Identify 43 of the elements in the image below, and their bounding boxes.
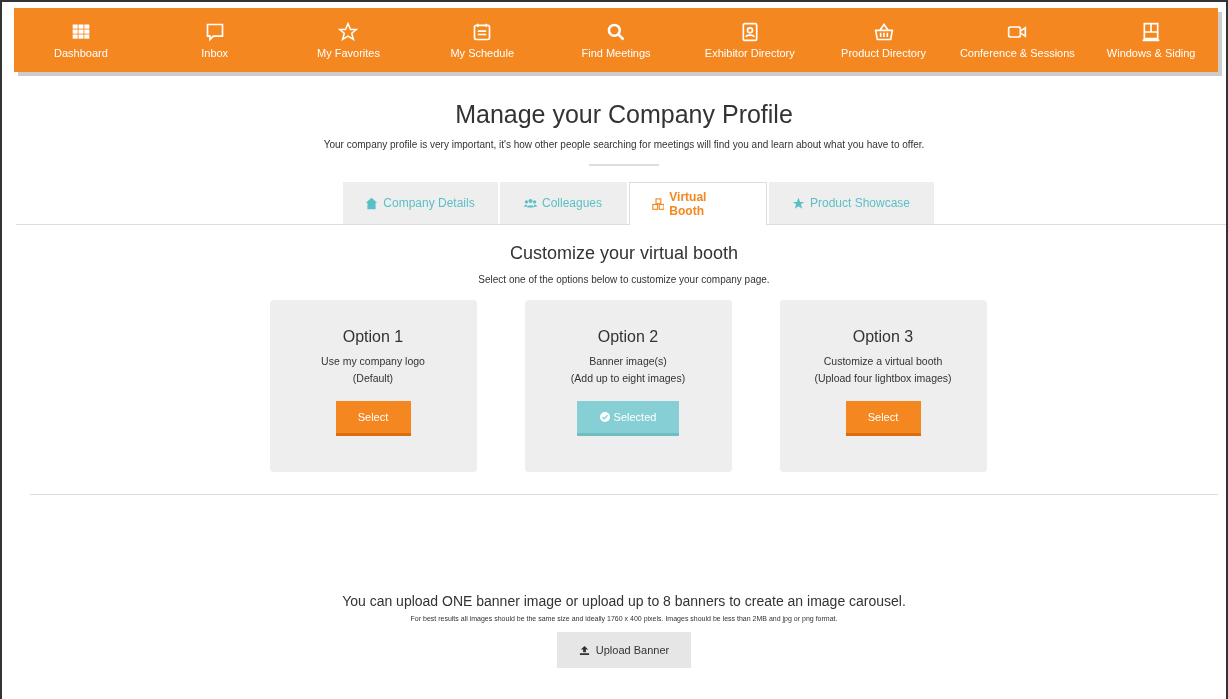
nav-item[interactable]: Exhibitor Directory <box>682 21 817 59</box>
window-icon <box>1141 21 1162 42</box>
nav-item[interactable]: Windows & Siding <box>1084 21 1219 59</box>
basket-icon <box>873 21 894 42</box>
nav-item[interactable]: Inbox <box>147 21 282 59</box>
option-description: Use my company logo <box>321 355 425 367</box>
option-description: (Add up to eight images) <box>570 372 686 384</box>
upload-banner-button[interactable]: Upload Banner <box>557 632 691 668</box>
nav-item[interactable]: Product Directory <box>816 21 951 59</box>
nav-item[interactable]: Conference & Sessions <box>950 21 1085 59</box>
check-circle-icon <box>599 412 610 422</box>
cubes-icon <box>651 197 665 211</box>
select-button[interactable]: Selected <box>577 401 679 436</box>
tab[interactable]: Virtual Booth <box>628 182 767 225</box>
star-icon <box>338 21 359 42</box>
option-title: Option 2 <box>597 328 659 346</box>
page-subtitle: Your company profile is very important, it's how other people searching for meetings will find you and learn about what you have to offer. <box>323 139 925 150</box>
upload-instructions: You can upload ONE banner image or upload up to 8 banners to create an image carousel. <box>342 593 906 609</box>
house-icon <box>365 196 379 210</box>
option-description: Banner image(s) <box>589 355 667 367</box>
nav-item[interactable]: My Schedule <box>415 21 550 59</box>
nav-item[interactable]: Find Meetings <box>549 21 683 59</box>
nav-item[interactable]: Dashboard <box>14 21 148 59</box>
search-icon <box>606 21 626 42</box>
people-icon <box>523 196 537 210</box>
upload-icon <box>578 644 590 656</box>
tab[interactable]: Product Showcase <box>768 182 934 224</box>
option-description: Customize a virtual booth <box>823 355 943 367</box>
select-button[interactable]: Select <box>845 401 921 436</box>
tab[interactable]: Company Details <box>342 182 498 224</box>
section-subtitle: Select one of the options below to customize your company page. <box>478 274 770 285</box>
tab[interactable]: Colleagues <box>499 182 627 224</box>
star-icon <box>791 196 805 210</box>
page-title: Manage your Company Profile <box>455 100 793 129</box>
option-description: (Default) <box>352 372 394 384</box>
option-description: (Upload four lightbox images) <box>814 372 952 384</box>
chat-bubble-icon <box>204 21 225 42</box>
select-button[interactable]: Select <box>335 401 411 436</box>
nav-item[interactable]: My Favorites <box>281 21 416 59</box>
calendar-icon <box>472 21 493 42</box>
option-title: Option 1 <box>342 328 404 346</box>
option-title: Option 3 <box>852 328 914 346</box>
section-title: Customize your virtual booth <box>509 243 739 264</box>
